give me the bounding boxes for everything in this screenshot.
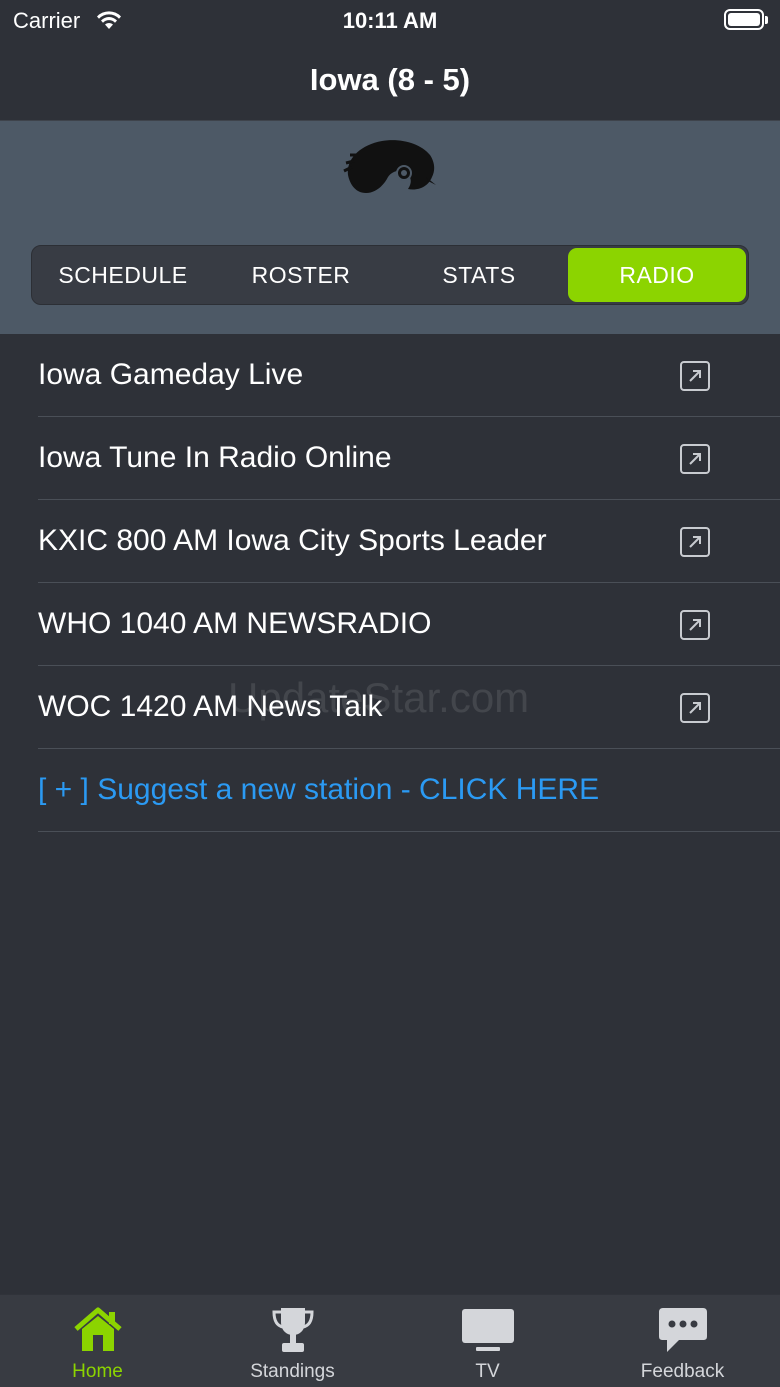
tab-standings[interactable]: Standings <box>195 1295 390 1387</box>
page-title: Iowa (8 - 5) <box>309 62 471 97</box>
tab-tv[interactable]: TV <box>390 1295 585 1387</box>
station-list: Iowa Gameday Live Iowa Tune In Radio Onl… <box>0 334 780 832</box>
segmented-control: SCHEDULE ROSTER STATS RADIO <box>31 245 749 305</box>
list-item[interactable]: KXIC 800 AM Iowa City Sports Leader <box>38 500 780 583</box>
suggest-station-link[interactable]: [ + ] Suggest a new station - CLICK HERE <box>38 749 780 832</box>
external-link-icon <box>680 693 710 723</box>
station-label: WHO 1040 AM NEWSRADIO <box>38 607 432 640</box>
tab-radio[interactable]: RADIO <box>568 248 746 302</box>
tab-bar: Home Standings TV Feedback <box>0 1294 780 1387</box>
tab-home[interactable]: Home <box>0 1295 195 1387</box>
tab-label: Feedback <box>640 1361 725 1382</box>
external-link-icon <box>680 527 710 557</box>
suggest-label: [ + ] Suggest a new station - CLICK HERE <box>38 773 600 806</box>
station-label: KXIC 800 AM Iowa City Sports Leader <box>38 524 547 557</box>
station-label: Iowa Tune In Radio Online <box>38 441 392 474</box>
clock: 10:11 AM <box>342 8 438 33</box>
tab-roster[interactable]: ROSTER <box>212 248 390 302</box>
hawkeye-logo-icon <box>343 140 436 193</box>
tab-label: Home <box>72 1361 123 1382</box>
team-header: SCHEDULE ROSTER STATS RADIO <box>0 121 780 334</box>
tab-stats[interactable]: STATS <box>390 248 568 302</box>
external-link-icon <box>680 610 710 640</box>
tab-feedback[interactable]: Feedback <box>585 1295 780 1387</box>
tab-label: Standings <box>250 1361 335 1382</box>
list-item[interactable]: Iowa Gameday Live <box>38 334 780 417</box>
chat-bubble-icon <box>655 1305 711 1355</box>
external-link-icon <box>680 361 710 391</box>
station-label: WOC 1420 AM News Talk <box>38 690 383 723</box>
home-icon <box>70 1305 126 1355</box>
list-item[interactable]: WHO 1040 AM NEWSRADIO <box>38 583 780 666</box>
station-label: Iowa Gameday Live <box>38 358 304 391</box>
tv-icon <box>460 1305 516 1355</box>
list-item[interactable]: Iowa Tune In Radio Online <box>38 417 780 500</box>
status-bar: Carrier 10:11 AM <box>0 0 780 40</box>
external-link-icon <box>680 444 710 474</box>
top-bar: Carrier 10:11 AM Iowa (8 - 5) <box>0 0 780 121</box>
tab-label: TV <box>475 1361 500 1382</box>
trophy-icon <box>265 1305 321 1355</box>
list-item[interactable]: WOC 1420 AM News Talk <box>38 666 780 749</box>
battery-icon <box>724 9 768 30</box>
tab-schedule[interactable]: SCHEDULE <box>34 248 212 302</box>
